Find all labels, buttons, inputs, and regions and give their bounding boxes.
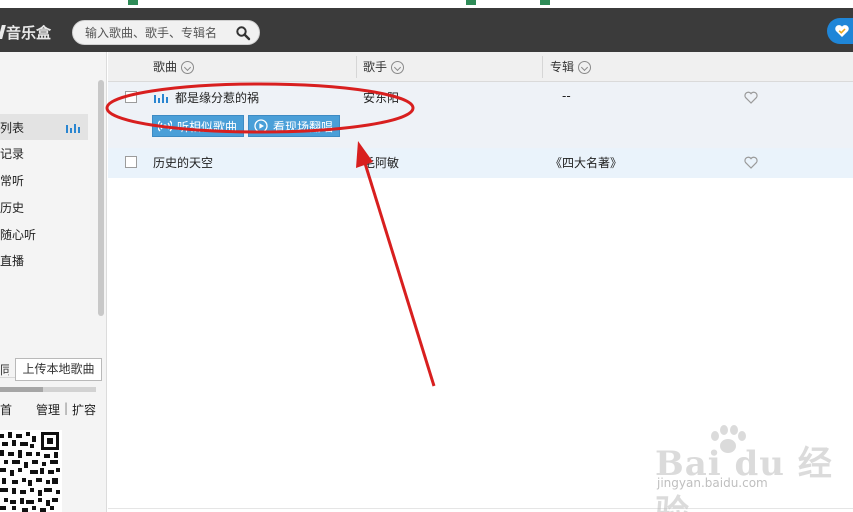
sidebar-item-frequent[interactable]: 常听 [0,172,24,189]
row-checkbox[interactable] [125,91,137,103]
column-header-album[interactable]: 专辑 [550,52,592,82]
search-input[interactable] [85,24,233,42]
favorite-heart-icon[interactable] [744,91,758,104]
column-divider [356,56,357,78]
playing-bars-icon [154,94,168,103]
row-checkbox[interactable] [125,156,137,168]
sidebar-item-live[interactable]: 直播 [0,252,24,269]
tab-marker [128,0,138,5]
expand-link[interactable]: 扩容 [72,401,96,418]
footer-separator: | [64,401,69,415]
favorite-heart-icon[interactable] [744,156,758,169]
upload-local-songs-button[interactable]: 上传本地歌曲 [15,358,102,381]
column-divider [542,56,543,78]
sidebar-scrollbar[interactable] [98,80,104,316]
sidebar: 列表 记录 常听 历史 随心听 直播 同 上传本地歌曲 首 管理 | 扩容 [0,52,107,512]
live-cover-button[interactable]: 看现场翻唱 [248,115,341,137]
storage-progress-fill [0,387,44,392]
app-logo-text: 音乐盒 [6,23,52,42]
song-artist[interactable]: 毛阿敏 [363,154,399,171]
qr-code-icon [0,430,62,512]
window-top-strip [0,0,853,8]
column-header-artist[interactable]: 歌手 [363,52,405,82]
table-header: 歌曲 歌手 专辑 [108,52,853,82]
sidebar-item-random[interactable]: 随心听 [0,226,36,243]
table-bottom-border [108,508,853,509]
sidebar-item-label: 列表 [0,121,25,135]
app-logo[interactable]: 音乐盒 [0,22,51,42]
tab-marker [540,0,550,5]
sidebar-item-history[interactable]: 历史 [0,199,24,216]
column-header-song[interactable]: 歌曲 [153,52,195,82]
playing-bars-icon [66,124,80,133]
song-title[interactable]: 历史的天空 [153,154,213,171]
sidebar-item-records[interactable]: 记录 [0,145,24,162]
song-album[interactable]: 《四大名著》 [550,154,622,171]
storage-progress-bar [0,387,96,392]
play-circle-icon [254,119,268,133]
sort-chevron-icon[interactable] [391,60,405,74]
sort-chevron-icon[interactable] [181,60,195,74]
song-title[interactable]: 都是缘分惹的祸 [175,89,259,106]
table-row[interactable]: 历史的天空 毛阿敏 《四大名著》 [108,148,853,178]
tab-marker [466,0,476,5]
radio-wave-icon [158,120,172,132]
sort-chevron-icon[interactable] [578,60,592,74]
song-artist[interactable]: 安东阳 [363,89,399,106]
sidebar-item-list[interactable]: 列表 [0,114,88,140]
search-icon[interactable] [235,25,251,41]
song-album: -- [562,89,571,103]
home-link[interactable]: 首 [0,401,12,418]
song-list-panel: 歌曲 歌手 专辑 都是缘分惹的祸 安东阳 -- 听相似歌曲 看现场翻唱 历史的天… [108,52,853,512]
sync-button[interactable]: 同 [0,361,9,379]
top-bar: 音乐盒 [0,0,853,52]
favorite-badge[interactable] [827,18,853,44]
table-row[interactable]: 都是缘分惹的祸 安东阳 -- 听相似歌曲 看现场翻唱 [108,82,853,148]
search-box [72,20,260,45]
logo-mark-icon [0,25,6,39]
heart-check-icon [835,25,849,37]
similar-songs-button[interactable]: 听相似歌曲 [152,115,245,137]
manage-link[interactable]: 管理 [36,401,60,418]
